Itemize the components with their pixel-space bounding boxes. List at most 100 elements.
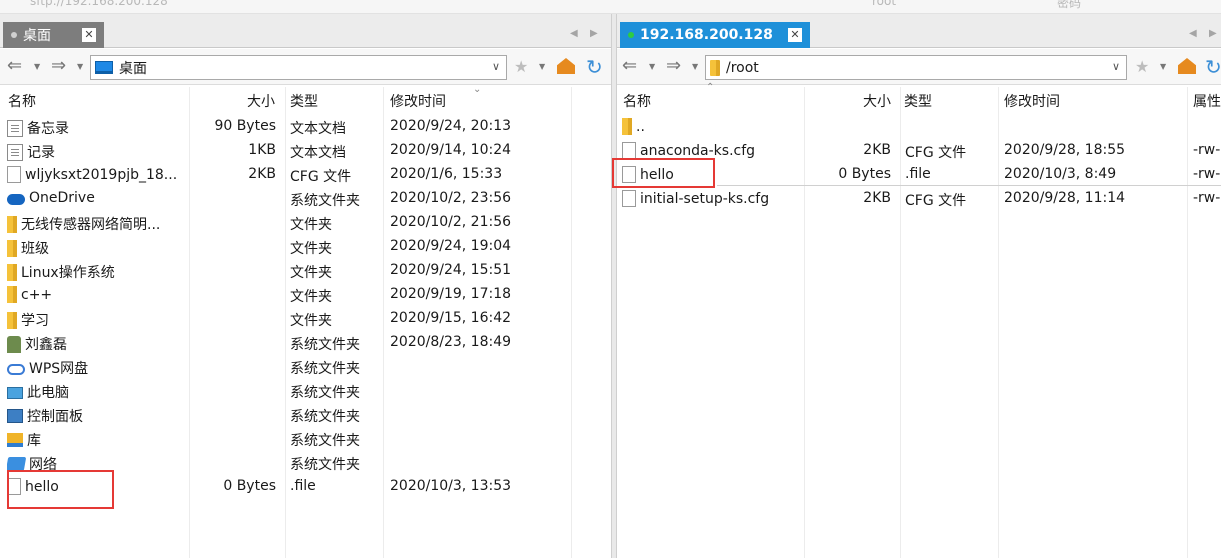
table-row[interactable]: .. [617, 115, 1221, 139]
cell-type: 系统文件夹 [290, 361, 360, 377]
user-field[interactable]: root [872, 0, 896, 8]
file-name: 此电脑 [27, 385, 69, 401]
refresh-icon[interactable]: ↻ [586, 55, 603, 79]
home-icon[interactable] [557, 58, 575, 74]
chevron-down-icon[interactable]: ▼ [1160, 62, 1166, 71]
cell-name: 库 [7, 430, 185, 450]
cell-type: .file [905, 166, 931, 182]
close-icon[interactable]: ✕ [82, 28, 96, 42]
file-icon [622, 142, 636, 159]
tab-remote-host[interactable]: 192.168.200.128 ✕ [620, 22, 810, 48]
file-name: 班级 [21, 241, 49, 257]
back-arrow-icon[interactable]: ⇐ [7, 57, 22, 75]
table-row[interactable]: 班级 文件夹 2020/9/24, 19:04 [0, 235, 611, 259]
tab-scroll-left-icon[interactable]: ◀ [1189, 28, 1197, 39]
tab-local-desktop[interactable]: 桌面 ✕ [3, 22, 104, 48]
cell-name: hello [622, 166, 802, 183]
column-modified[interactable]: 修改时间 [390, 91, 446, 111]
wps-cloud-icon [7, 364, 25, 375]
star-icon[interactable]: ★ [514, 57, 528, 76]
cell-size: 1KB [248, 142, 276, 158]
forward-arrow-icon[interactable]: ⇒ [51, 57, 66, 75]
computer-icon [7, 387, 23, 399]
table-row[interactable]: anaconda-ks.cfg 2KB CFG 文件 2020/9/28, 18:55… [617, 139, 1221, 163]
cell-name: 控制面板 [7, 406, 185, 426]
home-icon[interactable] [1178, 58, 1196, 74]
cell-modified: 2020/9/15, 16:42 [390, 310, 512, 326]
star-icon[interactable]: ★ [1135, 57, 1149, 76]
remote-path-combobox[interactable]: /root ∨ [705, 55, 1127, 80]
table-row[interactable]: 网络 系统文件夹 [0, 451, 611, 475]
file-name: 库 [27, 433, 41, 449]
folder-icon [7, 311, 17, 329]
table-row[interactable]: hello 0 Bytes .file 2020/10/3, 13:53 [0, 475, 611, 499]
cell-type: 文件夹 [290, 313, 332, 329]
column-name[interactable]: 名称 [8, 91, 36, 111]
chevron-down-icon[interactable]: ▼ [539, 62, 545, 71]
remote-file-list: .. anaconda-ks.cfg 2KB CFG 文件 2020/9/28, 18:… [617, 115, 1221, 211]
chevron-down-icon[interactable]: ▼ [692, 62, 698, 71]
cell-type: CFG 文件 [905, 193, 967, 209]
chevron-down-icon[interactable]: ∨ [1112, 60, 1120, 73]
file-name: hello [25, 478, 59, 495]
cell-name: Linux操作系统 [7, 262, 185, 282]
tab-scroll-right-icon[interactable]: ▶ [590, 28, 598, 39]
forward-arrow-icon[interactable]: ⇒ [666, 57, 681, 75]
table-row[interactable]: 库 系统文件夹 [0, 427, 611, 451]
column-type[interactable]: 类型 [904, 91, 932, 111]
cell-modified: 2020/8/23, 18:49 [390, 334, 512, 350]
cell-type: 文件夹 [290, 265, 332, 281]
tab-scroll-right-icon[interactable]: ▶ [1209, 28, 1217, 39]
chevron-down-icon[interactable]: ∨ [492, 60, 500, 73]
password-field[interactable]: 密码 [1057, 0, 1081, 11]
back-arrow-icon[interactable]: ⇐ [622, 57, 637, 75]
refresh-icon[interactable]: ↻ [1205, 55, 1221, 79]
cell-size: 2KB [248, 166, 276, 182]
column-size[interactable]: 大小 [247, 91, 275, 111]
column-size[interactable]: 大小 [863, 91, 891, 111]
column-modified[interactable]: 修改时间 [1004, 91, 1060, 111]
table-row[interactable]: 无线传感器网络简明... 文件夹 2020/10/2, 21:56 [0, 211, 611, 235]
column-type[interactable]: 类型 [290, 91, 318, 111]
table-row[interactable]: 记录 1KB 文本文档 2020/9/14, 10:24 [0, 139, 611, 163]
table-row[interactable]: 刘鑫磊 系统文件夹 2020/8/23, 18:49 [0, 331, 611, 355]
cell-modified: 2020/9/24, 20:13 [390, 118, 512, 134]
table-row[interactable]: OneDrive 系统文件夹 2020/10/2, 23:56 [0, 187, 611, 211]
table-row[interactable]: 此电脑 系统文件夹 [0, 379, 611, 403]
chevron-down-icon[interactable]: ▼ [649, 62, 655, 71]
column-name[interactable]: 名称 [623, 91, 651, 111]
cell-name: 记录 [7, 142, 185, 162]
cell-name: wljyksxt2019pjb_18... [7, 166, 185, 183]
chevron-down-icon[interactable]: ▼ [34, 62, 40, 71]
cell-name: 学习 [7, 310, 185, 330]
table-row[interactable]: WPS网盘 系统文件夹 [0, 355, 611, 379]
table-row[interactable]: 备忘录 90 Bytes 文本文档 2020/9/24, 20:13 [0, 115, 611, 139]
cell-type: 系统文件夹 [290, 457, 360, 473]
file-name: 记录 [27, 145, 55, 161]
table-row[interactable]: Linux操作系统 文件夹 2020/9/24, 15:51 [0, 259, 611, 283]
folder-icon [7, 239, 17, 257]
table-row[interactable]: c++ 文件夹 2020/9/19, 17:18 [0, 283, 611, 307]
column-attributes[interactable]: 属性 [1193, 91, 1221, 111]
cell-size: 0 Bytes [838, 166, 891, 182]
cell-type: 文件夹 [290, 289, 332, 305]
file-icon [7, 478, 21, 495]
cell-name: initial-setup-ks.cfg [622, 190, 802, 207]
file-name: Linux操作系统 [21, 265, 115, 281]
table-row[interactable]: wljyksxt2019pjb_18... 2KB CFG 文件 2020/1/6, … [0, 163, 611, 187]
table-row[interactable]: 控制面板 系统文件夹 [0, 403, 611, 427]
table-row[interactable]: hello 0 Bytes .file 2020/10/3, 8:49 -rw- [617, 163, 1221, 187]
local-path-combobox[interactable]: 桌面 ∨ [90, 55, 507, 80]
file-name: initial-setup-ks.cfg [640, 190, 770, 207]
table-row[interactable]: initial-setup-ks.cfg 2KB CFG 文件 2020/9/28, … [617, 187, 1221, 211]
user-folder-icon [7, 335, 21, 353]
cell-modified: 2020/9/24, 19:04 [390, 238, 512, 254]
address-field[interactable]: sftp://192.168.200.128 [30, 0, 168, 8]
local-path-text: 桌面 [119, 60, 147, 77]
table-row[interactable]: 学习 文件夹 2020/9/15, 16:42 [0, 307, 611, 331]
chevron-down-icon[interactable]: ▼ [77, 62, 83, 71]
cell-size: 2KB [863, 142, 891, 158]
text-document-icon [7, 143, 23, 161]
tab-scroll-left-icon[interactable]: ◀ [570, 28, 578, 39]
close-icon[interactable]: ✕ [788, 28, 802, 42]
